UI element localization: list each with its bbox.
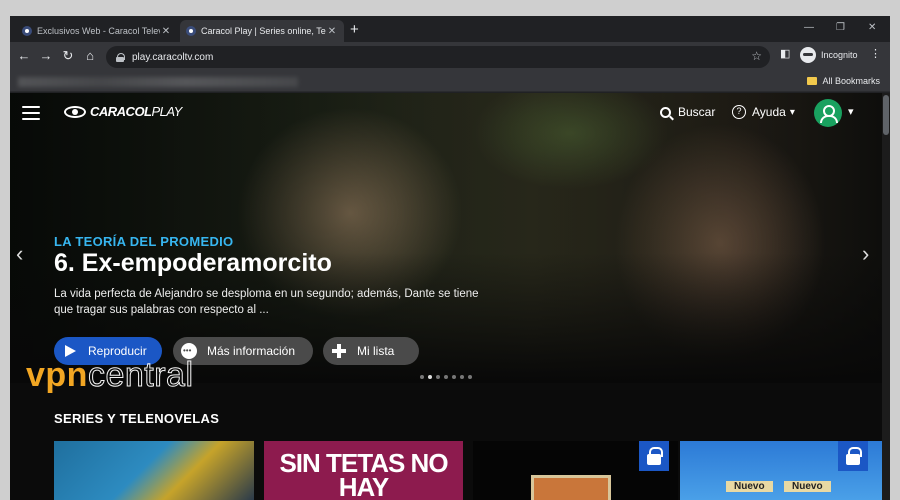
- page-viewport: CARACOL PLAY Buscar ? Ayuda ▾ ▾ ‹ › LA T…: [10, 93, 890, 500]
- carousel-dot[interactable]: [420, 375, 424, 379]
- chevron-down-icon[interactable]: ▾: [848, 105, 854, 118]
- caracol-favicon-icon: [186, 26, 196, 36]
- carousel-dot[interactable]: [436, 375, 440, 379]
- incognito-icon: [800, 47, 816, 63]
- series-card[interactable]: [473, 441, 678, 500]
- series-card[interactable]: SIN TETAS NO HAY: [264, 441, 463, 500]
- help-label: Ayuda: [752, 105, 786, 119]
- more-info-label: Más información: [207, 344, 296, 358]
- hero-description: La vida perfecta de Alejandro se desplom…: [54, 288, 479, 316]
- home-button[interactable]: ⌂: [82, 48, 98, 63]
- watermark-part2: central: [87, 356, 194, 395]
- tab-caracol-play[interactable]: Caracol Play | Series online, Tele ✕: [180, 20, 344, 42]
- scrollbar-thumb[interactable]: [883, 95, 889, 135]
- browser-toolbar: ← → ↻ ⌂ play.caracoltv.com ☆ ◧ Incognito…: [10, 42, 890, 72]
- bookmark-star-icon[interactable]: ☆: [751, 49, 762, 63]
- help-icon: ?: [732, 105, 746, 119]
- watermark-part1: vpn: [26, 356, 88, 394]
- new-badge: Nuevo: [726, 481, 773, 492]
- tab-exclusivos[interactable]: Exclusivos Web - Caracol Televisi ✕: [16, 20, 178, 42]
- card-title: SIN TETAS NO HAY: [279, 448, 448, 500]
- search-icon: [660, 106, 671, 118]
- hero-episode-title: 6. Ex-empoderamorcito: [54, 249, 332, 277]
- tab-close-icon[interactable]: ✕: [326, 26, 338, 37]
- search-label: Buscar: [678, 105, 716, 119]
- tab-strip: Exclusivos Web - Caracol Televisi ✕ Cara…: [10, 16, 890, 42]
- carousel-next-arrow[interactable]: ›: [862, 241, 869, 267]
- carousel-dot[interactable]: [428, 375, 432, 379]
- page-scrollbar[interactable]: [882, 93, 890, 500]
- plus-icon: [331, 343, 347, 359]
- tab-close-icon[interactable]: ✕: [160, 26, 172, 37]
- card-artwork: [531, 475, 611, 500]
- carousel-dot[interactable]: [444, 375, 448, 379]
- url-text[interactable]: play.caracoltv.com: [132, 52, 213, 63]
- series-card[interactable]: Nuevo Nuevo: [680, 441, 882, 500]
- browser-menu-icon[interactable]: ⋮: [870, 47, 881, 60]
- maximize-button[interactable]: ❐: [836, 22, 845, 33]
- caracol-eye-icon: [64, 105, 86, 118]
- carousel-dot[interactable]: [468, 375, 472, 379]
- my-list-button[interactable]: Mi lista: [323, 337, 419, 365]
- folder-icon: [807, 77, 818, 85]
- all-bookmarks-button[interactable]: All Bookmarks: [807, 76, 880, 86]
- incognito-label: Incognito: [821, 50, 858, 60]
- tab-title: Exclusivos Web - Caracol Televisi: [37, 26, 160, 36]
- side-panel-icon[interactable]: ◧: [780, 47, 790, 60]
- minimize-button[interactable]: —: [804, 22, 814, 33]
- forward-button[interactable]: →: [38, 48, 54, 63]
- carousel-prev-arrow[interactable]: ‹: [16, 241, 23, 267]
- carousel-dot[interactable]: [460, 375, 464, 379]
- caracol-play-logo[interactable]: CARACOL PLAY: [64, 104, 182, 119]
- new-badge: Nuevo: [784, 481, 831, 492]
- series-card[interactable]: [54, 441, 254, 500]
- incognito-profile-button[interactable]: Incognito: [800, 47, 858, 63]
- caracol-favicon-icon: [22, 26, 32, 36]
- search-button[interactable]: Buscar: [660, 105, 715, 119]
- more-info-button[interactable]: Más información: [173, 337, 313, 365]
- user-avatar[interactable]: [814, 99, 842, 127]
- address-bar[interactable]: play.caracoltv.com ☆: [106, 46, 770, 68]
- lock-icon: [838, 441, 868, 471]
- reload-button[interactable]: ↻: [60, 48, 76, 64]
- bookmarks-bar: All Bookmarks: [10, 72, 890, 92]
- my-list-label: Mi lista: [357, 344, 395, 358]
- logo-text-bold: CARACOL: [90, 104, 152, 119]
- lock-icon: [639, 441, 669, 471]
- blurred-bookmarks: [18, 77, 298, 87]
- back-button[interactable]: ←: [16, 48, 32, 63]
- logo-text-light: PLAY: [151, 104, 183, 119]
- hero-series-name: LA TEORÍA DEL PROMEDIO: [54, 234, 234, 249]
- tab-title: Caracol Play | Series online, Tele: [201, 26, 326, 36]
- vpncentral-watermark: vpncentral: [26, 356, 194, 395]
- help-button[interactable]: ? Ayuda ▾: [732, 105, 795, 119]
- close-window-button[interactable]: ✕: [868, 22, 876, 33]
- section-title: SERIES Y TELENOVELAS: [54, 411, 220, 426]
- carousel-dots[interactable]: [420, 375, 476, 379]
- carousel-dot[interactable]: [452, 375, 456, 379]
- lock-icon[interactable]: [116, 52, 125, 62]
- chevron-down-icon: ▾: [789, 106, 795, 118]
- browser-window: Exclusivos Web - Caracol Televisi ✕ Cara…: [10, 16, 890, 500]
- hamburger-menu-icon[interactable]: [22, 106, 40, 120]
- new-tab-button[interactable]: +: [350, 21, 359, 38]
- all-bookmarks-label: All Bookmarks: [822, 76, 880, 86]
